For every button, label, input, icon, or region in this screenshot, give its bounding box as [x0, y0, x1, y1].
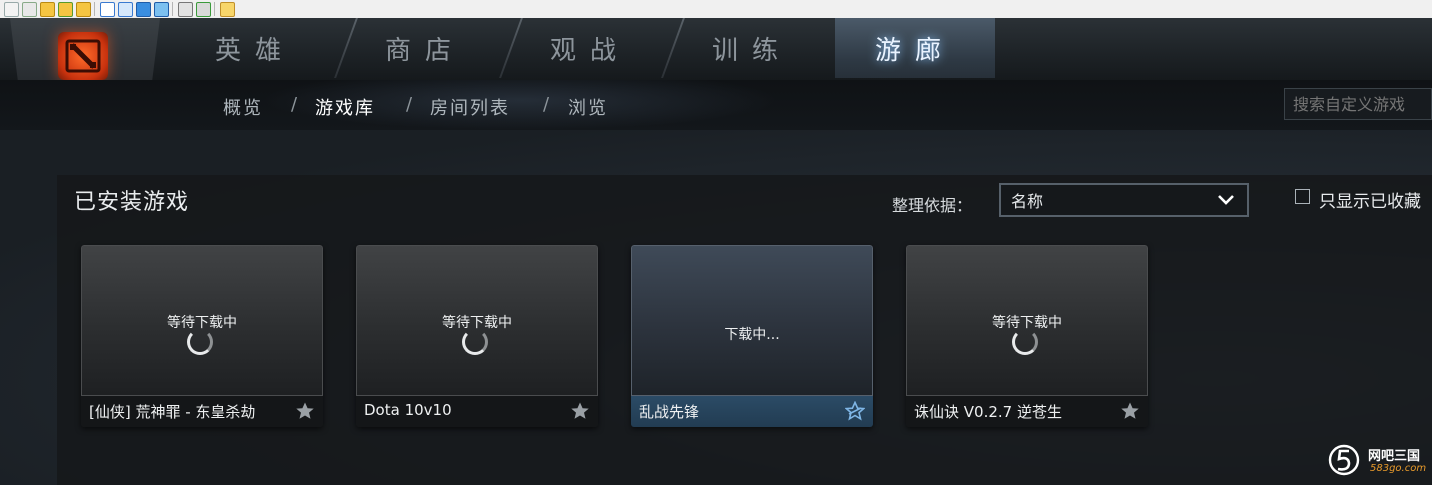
game-name: 诛仙诀 V0.2.7 逆苍生	[914, 403, 1062, 421]
refresh-icon[interactable]	[118, 2, 133, 17]
game-card-selected[interactable]: 下载中... 乱战先锋	[631, 245, 873, 427]
spinner-icon	[1012, 329, 1038, 355]
game-name: Dota 10v10	[364, 401, 452, 419]
dota-logo-icon[interactable]	[58, 32, 108, 80]
subnav-library[interactable]: 游戏库	[315, 94, 375, 120]
watermark-text: 网吧三国	[1368, 449, 1421, 464]
subnav-browse[interactable]: 浏览	[568, 94, 608, 120]
copy-icon[interactable]	[178, 2, 193, 17]
star-icon[interactable]	[295, 401, 315, 421]
folder-home-icon[interactable]	[58, 2, 73, 17]
spinner-icon	[187, 329, 213, 355]
spinner-icon	[462, 329, 488, 355]
close-box-icon[interactable]	[220, 2, 235, 17]
sort-label: 整理依据：	[892, 196, 973, 215]
globe-icon[interactable]	[154, 2, 169, 17]
tab-store[interactable]: 商店	[345, 18, 505, 78]
section-title: 已安装游戏	[74, 190, 190, 215]
download-status: 下载中...	[724, 327, 780, 343]
tab-watch[interactable]: 观战	[510, 18, 670, 78]
search-input[interactable]	[1284, 88, 1432, 120]
sort-value: 名称	[1011, 192, 1044, 211]
network-icon[interactable]	[22, 2, 37, 17]
game-art	[631, 245, 873, 396]
tab-label: 商店	[384, 35, 465, 66]
tab-heroes[interactable]: 英雄	[175, 18, 335, 78]
sort-dropdown[interactable]: 名称	[999, 183, 1249, 217]
game-name: [仙侠] 荒神罪 - 东皇杀劫	[89, 403, 256, 421]
folder-up-icon[interactable]	[40, 2, 55, 17]
tab-label: 英雄	[214, 35, 295, 66]
game-card[interactable]: 等待下载中 Dota 10v10	[356, 245, 598, 427]
subnav-separator: /	[543, 94, 550, 115]
watermark-url: 583go.com	[1370, 463, 1427, 474]
dota-logo-mark	[65, 39, 101, 73]
favorites-checkbox[interactable]	[1295, 189, 1310, 204]
window-icon[interactable]	[100, 2, 115, 17]
subnav-separator: /	[406, 94, 413, 115]
toolbar-divider	[94, 2, 95, 16]
window-toolbar	[0, 0, 1432, 19]
toolbar-divider	[172, 2, 173, 16]
new-file-icon[interactable]	[4, 2, 19, 17]
star-icon[interactable]	[570, 401, 590, 421]
chevron-down-icon	[1218, 195, 1234, 205]
subnav-lobby-list[interactable]: 房间列表	[430, 94, 510, 120]
game-name: 乱战先锋	[639, 403, 700, 421]
tab-label: 训练	[711, 35, 792, 66]
game-card[interactable]: 等待下载中 [仙侠] 荒神罪 - 东皇杀劫	[81, 245, 323, 427]
starred-icon[interactable]	[845, 401, 865, 421]
tab-learn[interactable]: 训练	[672, 18, 832, 78]
game-card[interactable]: 等待下载中 诛仙诀 V0.2.7 逆苍生	[906, 245, 1148, 427]
tab-arcade[interactable]: 游廊	[835, 18, 995, 78]
blue-square-icon[interactable]	[136, 2, 151, 17]
toolbar-divider	[214, 2, 215, 16]
star-icon[interactable]	[1120, 401, 1140, 421]
subnav-overview[interactable]: 概览	[223, 94, 263, 120]
tools-icon[interactable]	[196, 2, 211, 17]
tab-label: 观战	[549, 35, 630, 66]
favorites-label[interactable]: 只显示已收藏	[1319, 187, 1421, 212]
subnav-separator: /	[291, 94, 298, 115]
folder-icon[interactable]	[76, 2, 91, 17]
tab-label: 游廊	[874, 35, 955, 66]
